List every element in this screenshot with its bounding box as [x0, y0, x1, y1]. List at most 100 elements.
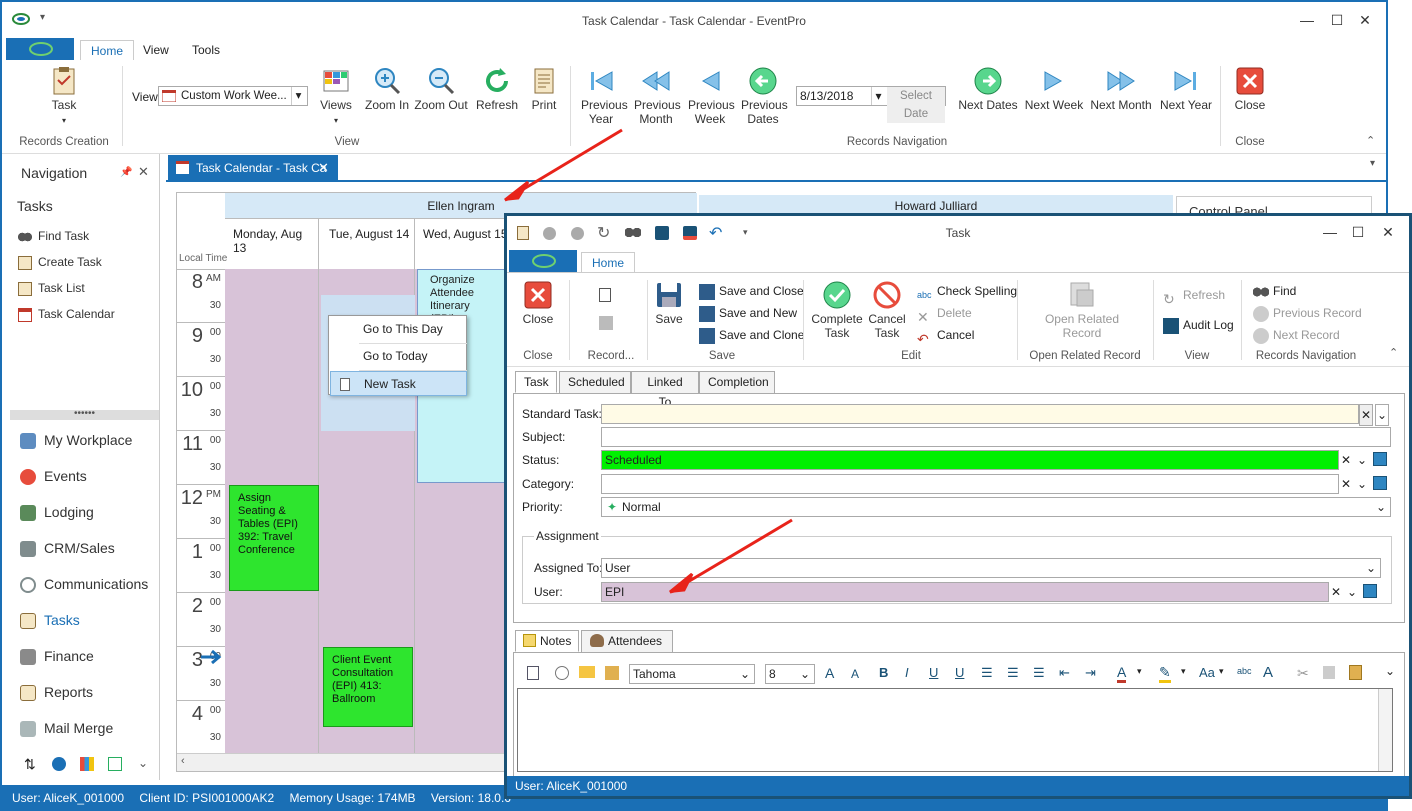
- user-lookup-icon[interactable]: [1363, 584, 1377, 598]
- module-communications[interactable]: Communications: [20, 572, 148, 596]
- task-collapse-ribbon-icon[interactable]: ⌃: [1389, 346, 1398, 359]
- task-save-button[interactable]: Save: [651, 280, 687, 326]
- category-lookup-icon[interactable]: [1373, 476, 1387, 490]
- save-and-new-button[interactable]: Save and New: [699, 302, 804, 324]
- zoom-in-button[interactable]: Zoom In: [362, 66, 412, 112]
- underline-icon[interactable]: U: [929, 665, 938, 680]
- copy-icon[interactable]: [1323, 666, 1335, 679]
- find-button[interactable]: Find: [1253, 280, 1362, 302]
- cancel-button[interactable]: ↶ Cancel: [917, 324, 1017, 347]
- open-related-record-button[interactable]: Open Related Record: [1037, 280, 1127, 340]
- double-underline-icon[interactable]: U: [955, 665, 964, 680]
- pin-icon[interactable]: 📌: [120, 167, 132, 178]
- tab-view[interactable]: View: [133, 40, 179, 60]
- nav-create-task[interactable]: Create Task: [18, 253, 102, 271]
- italic-icon[interactable]: I: [905, 665, 909, 680]
- tab-home[interactable]: Home: [80, 40, 135, 60]
- notes-scrollbar[interactable]: [1378, 689, 1392, 771]
- font-size-select[interactable]: 8 ⌄: [765, 664, 815, 684]
- close-button[interactable]: Close: [1228, 66, 1272, 112]
- nav-task-calendar[interactable]: Task Calendar: [18, 305, 115, 323]
- nav-find-task[interactable]: Find Task: [18, 227, 89, 245]
- document-tab[interactable]: Task Calendar - Task Ca ✕: [168, 155, 338, 181]
- select-date-button[interactable]: Select Date: [887, 87, 945, 123]
- open-folder-icon[interactable]: [579, 666, 595, 678]
- tab-list-dropdown-icon[interactable]: ▾: [1370, 158, 1375, 169]
- task-refresh-button[interactable]: ↻ Refresh: [1163, 284, 1234, 307]
- module-lodging[interactable]: Lodging: [20, 500, 94, 524]
- app-menu-button[interactable]: [6, 38, 74, 60]
- form-tab-completion[interactable]: Completion: [699, 371, 775, 393]
- new-document-icon[interactable]: [527, 666, 539, 680]
- font-color-dropdown-icon[interactable]: ▾: [1137, 666, 1142, 677]
- globe-icon[interactable]: [52, 757, 66, 771]
- scroll-left-icon[interactable]: ‹: [181, 755, 185, 767]
- standard-task-clear-icon[interactable]: ✕: [1359, 404, 1373, 426]
- appointment-assign-seating[interactable]: Assign Seating & Tables (EPI) 392: Trave…: [229, 485, 319, 591]
- bold-icon[interactable]: B: [879, 665, 888, 680]
- module-mail-merge[interactable]: Mail Merge: [20, 716, 113, 740]
- attendees-tab[interactable]: Attendees: [581, 630, 673, 652]
- task-maximize-icon[interactable]: ☐: [1347, 222, 1369, 242]
- module-crm-sales[interactable]: CRM/Sales: [20, 536, 115, 560]
- font-family-dropdown-icon[interactable]: ⌄: [738, 665, 752, 683]
- toolbar-overflow-icon[interactable]: ⌄: [1385, 664, 1395, 678]
- new-record-icon[interactable]: [599, 288, 611, 302]
- previous-week-button[interactable]: Previous Week: [686, 66, 735, 126]
- status-dropdown-icon[interactable]: ⌄: [1355, 450, 1369, 470]
- line-chart-icon[interactable]: [108, 757, 122, 771]
- document-tab-close-icon[interactable]: ✕: [318, 155, 329, 181]
- minimize-icon[interactable]: —: [1296, 10, 1318, 30]
- copy-record-icon[interactable]: [599, 316, 613, 330]
- menu-go-to-this-day[interactable]: Go to This Day: [330, 317, 467, 342]
- user-dropdown-icon[interactable]: ⌄: [1345, 582, 1359, 602]
- user-input[interactable]: EPI: [601, 582, 1329, 602]
- spellcheck-icon[interactable]: abc: [1237, 666, 1252, 676]
- navigation-close-icon[interactable]: ✕: [138, 164, 149, 180]
- category-dropdown-icon[interactable]: ⌄: [1355, 474, 1369, 494]
- day-header-wednesday[interactable]: Wed, August 15: [415, 219, 511, 269]
- delete-button[interactable]: ✕ Delete: [917, 302, 1017, 325]
- module-my-workplace[interactable]: My Workplace: [20, 428, 132, 452]
- font-dialog-icon[interactable]: A: [1263, 664, 1273, 681]
- horizontal-scrollbar[interactable]: ‹: [177, 753, 507, 771]
- edit-document-icon[interactable]: [605, 666, 619, 680]
- change-case-dropdown-icon[interactable]: ▾: [1219, 666, 1224, 677]
- status-clear-icon[interactable]: ✕: [1339, 450, 1353, 470]
- task-close-icon[interactable]: ✕: [1377, 222, 1399, 242]
- view-select[interactable]: Custom Work Wee... ▾: [158, 86, 308, 106]
- priority-select[interactable]: ✦ Normal ⌄: [601, 497, 1391, 517]
- views-button[interactable]: Views ▾: [314, 66, 358, 126]
- nav-task-list[interactable]: Task List: [18, 279, 85, 297]
- form-tab-task[interactable]: Task: [515, 371, 557, 393]
- collapse-ribbon-icon[interactable]: ⌃: [1366, 134, 1375, 147]
- day-header-tuesday[interactable]: Tue, August 14: [319, 219, 415, 269]
- next-week-button[interactable]: Next Week: [1024, 66, 1084, 112]
- next-month-button[interactable]: Next Month: [1090, 66, 1152, 112]
- close-window-icon[interactable]: ✕: [1354, 10, 1376, 30]
- status-input[interactable]: Scheduled: [601, 450, 1339, 470]
- status-lookup-icon[interactable]: [1373, 452, 1387, 466]
- previous-month-button[interactable]: Previous Month: [630, 66, 682, 126]
- date-picker[interactable]: 8/13/2018 ▾ Select Date: [796, 86, 946, 123]
- task-app-menu-button[interactable]: [509, 250, 577, 272]
- cancel-task-button[interactable]: Cancel Task: [867, 280, 907, 340]
- decrease-indent-icon[interactable]: ⇤: [1059, 665, 1070, 681]
- tab-tools[interactable]: Tools: [182, 40, 230, 60]
- standard-task-dropdown-icon[interactable]: ⌄: [1375, 404, 1389, 426]
- module-reports[interactable]: Reports: [20, 680, 93, 704]
- refresh-button[interactable]: Refresh: [474, 66, 520, 112]
- maximize-icon[interactable]: ☐: [1326, 10, 1348, 30]
- menu-go-to-today[interactable]: Go to Today: [330, 344, 467, 369]
- multilevel-list-icon[interactable]: ☰: [1033, 665, 1045, 681]
- assigned-to-select[interactable]: User ⌄: [601, 558, 1381, 578]
- sort-arrows-icon[interactable]: ⇅: [24, 756, 36, 773]
- font-family-select[interactable]: Tahoma ⌄: [629, 664, 755, 684]
- complete-task-button[interactable]: Complete Task: [807, 280, 867, 340]
- module-tasks[interactable]: Tasks: [20, 608, 80, 632]
- bullets-icon[interactable]: ☰: [981, 665, 993, 681]
- date-picker-chevron-icon[interactable]: ▾: [871, 87, 885, 105]
- cut-icon[interactable]: ✂: [1297, 665, 1309, 682]
- view-select-chevron-icon[interactable]: ▾: [291, 87, 305, 105]
- panel-splitter[interactable]: ••••••: [10, 409, 159, 420]
